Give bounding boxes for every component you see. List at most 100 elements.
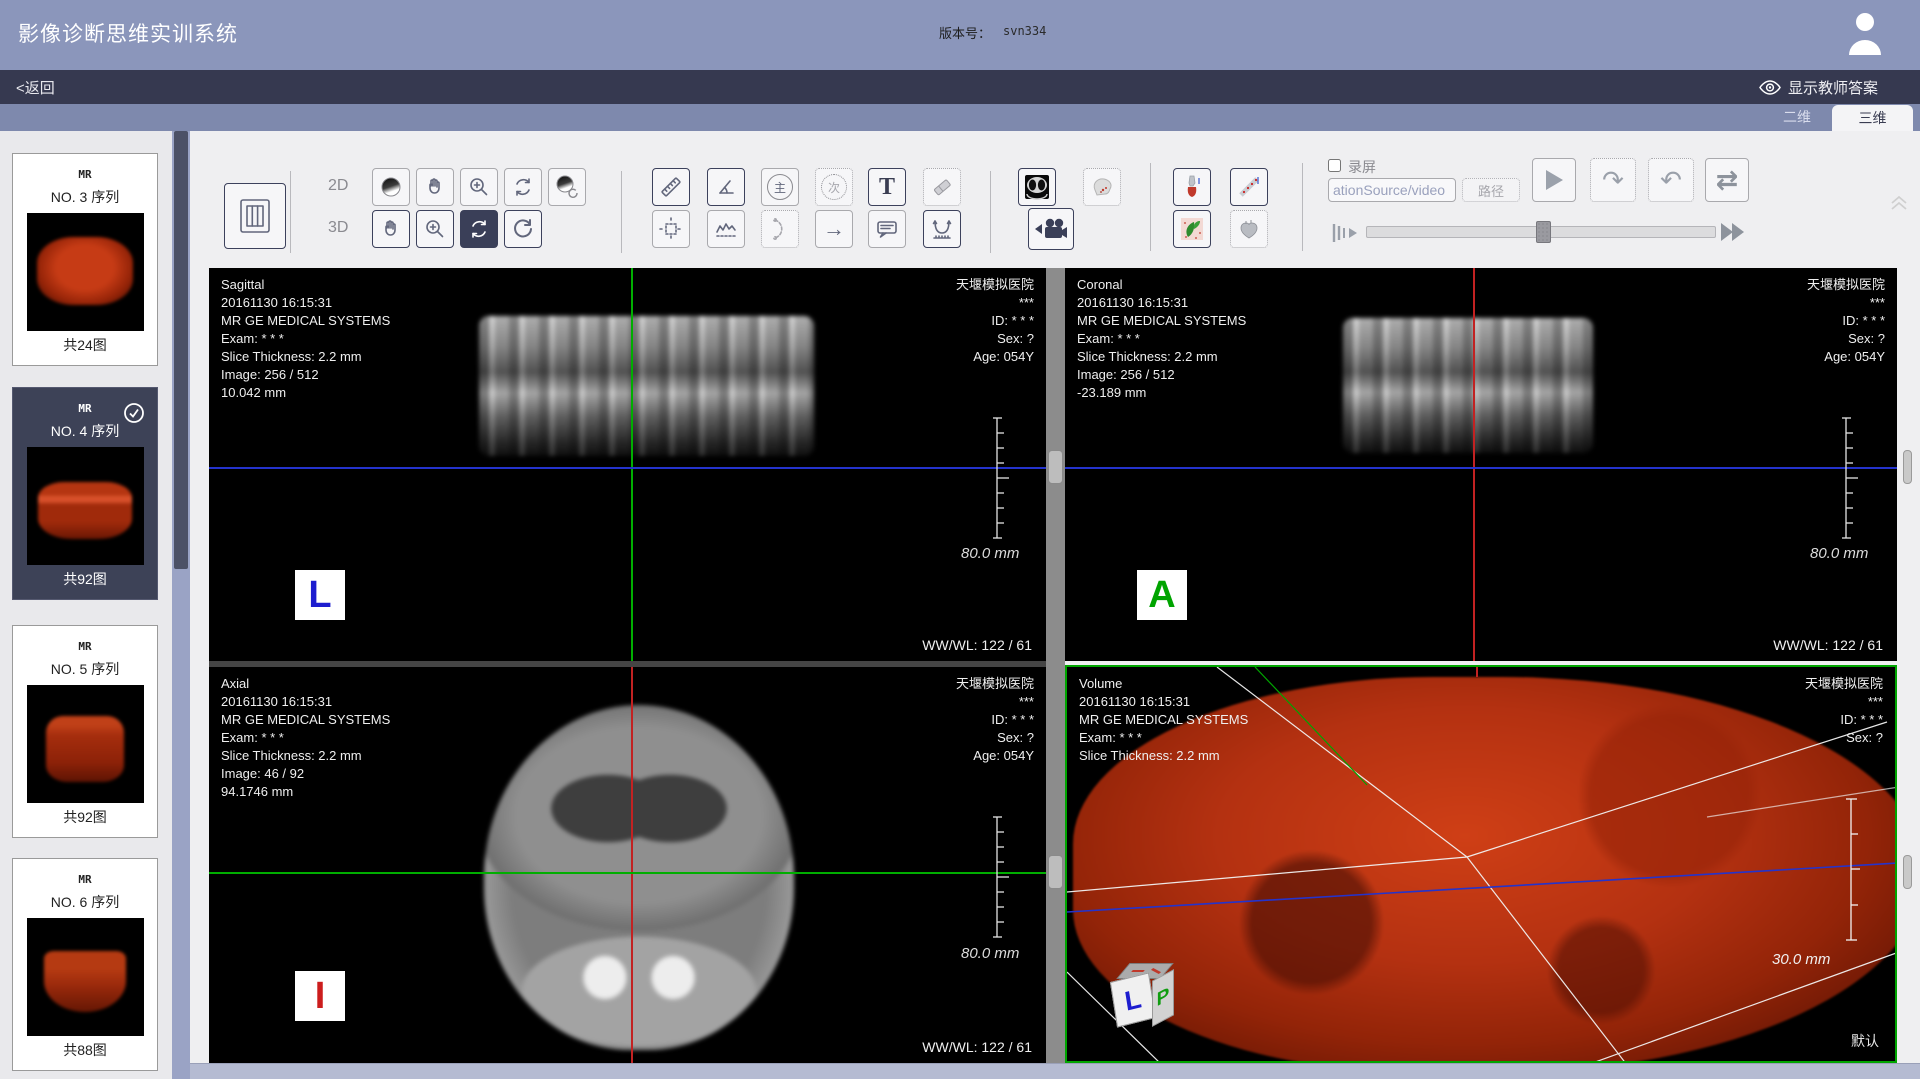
text-tool-icon: T xyxy=(879,174,895,201)
heart-preset-button[interactable] xyxy=(1230,210,1268,248)
scale-ruler xyxy=(1841,416,1865,540)
viewport-coronal[interactable]: Coronal20161130 16:15:31 MR GE MEDICAL S… xyxy=(1065,268,1897,661)
layout-button[interactable] xyxy=(224,183,286,249)
video-export-button[interactable] xyxy=(1028,208,1074,250)
edge-splitter-handle[interactable] xyxy=(1903,450,1912,484)
secondary-mark-icon: 次 xyxy=(821,174,847,200)
spline-arc-icon xyxy=(768,217,792,241)
crosshair-horizontal-green[interactable] xyxy=(209,872,1046,874)
version-value: svn334 xyxy=(1003,24,1046,38)
series-card-5[interactable]: MR NO. 5 序列 共92图 xyxy=(12,625,158,838)
window-level-label: WW/WL: 122 / 61 xyxy=(1773,637,1883,653)
viewport-row-divider[interactable] xyxy=(209,661,1046,667)
series-modality: MR xyxy=(13,640,157,653)
eraser-icon xyxy=(930,175,954,199)
timeline-slider-handle[interactable] xyxy=(1536,221,1551,243)
text-tool-button[interactable]: T xyxy=(868,168,906,206)
lung-ct-preset-button[interactable] xyxy=(1018,168,1056,206)
overlay-top-left: Axial20161130 16:15:31 MR GE MEDICAL SYS… xyxy=(221,675,390,801)
window-level-2d-button[interactable] xyxy=(372,168,410,206)
hand-icon xyxy=(423,175,447,199)
user-icon[interactable] xyxy=(1846,9,1884,57)
series-card-3[interactable]: MR NO. 3 序列 共24图 xyxy=(12,153,158,366)
tab-3d[interactable]: 三维 xyxy=(1832,105,1913,131)
comment-icon xyxy=(875,217,899,241)
crosshair-vertical-green[interactable] xyxy=(631,268,633,661)
app-title: 影像诊断思维实训系统 xyxy=(18,18,238,48)
ruler-tool-button[interactable] xyxy=(652,168,690,206)
crosshair-vertical-red[interactable] xyxy=(1473,268,1475,661)
viewport-volume[interactable]: Volume20161130 16:15:31 MR GE MEDICAL SY… xyxy=(1065,665,1897,1063)
sidebar-scrollbar-thumb[interactable] xyxy=(174,131,188,569)
swap-arrows-icon: ⇄ xyxy=(1716,167,1739,194)
knee-preset-button[interactable] xyxy=(1173,168,1211,206)
annotation-tool-button[interactable] xyxy=(868,210,906,248)
scale-label: 30.0 mm xyxy=(1772,951,1830,968)
loop-back-button[interactable]: ↶ xyxy=(1648,158,1694,202)
zoom-2d-button[interactable] xyxy=(460,168,498,206)
orientation-cube[interactable]: L P xyxy=(1111,959,1195,1043)
tab-2d[interactable]: 二维 xyxy=(1766,104,1828,131)
hand-icon xyxy=(379,217,403,241)
magnifier-icon xyxy=(423,217,447,241)
crosshair-horizontal-blue[interactable] xyxy=(1065,467,1897,469)
mode-3d-label: 3D xyxy=(328,219,348,237)
video-path-input[interactable] xyxy=(1328,178,1456,202)
preset-label[interactable]: 默认 xyxy=(1851,1031,1879,1051)
eraser-tool-button[interactable] xyxy=(923,168,961,206)
angle-icon xyxy=(714,175,738,199)
pan-3d-button[interactable] xyxy=(372,210,410,248)
sagittal-image xyxy=(479,316,814,456)
viewport-sagittal[interactable]: Sagittal20161130 16:15:31 MR GE MEDICAL … xyxy=(209,268,1046,661)
segmentation-preset-button[interactable] xyxy=(1173,210,1211,248)
reset-view-button[interactable] xyxy=(504,210,542,248)
angle-tool-button[interactable] xyxy=(707,168,745,206)
refresh-icon xyxy=(510,216,536,242)
lung-ct-icon xyxy=(1024,174,1050,200)
spline-tool-button[interactable] xyxy=(761,210,799,248)
viewport-axial[interactable]: Axial20161130 16:15:31 MR GE MEDICAL SYS… xyxy=(209,667,1046,1063)
rotate-3d-button[interactable] xyxy=(460,210,498,248)
series-count: 共92图 xyxy=(13,807,157,827)
crosshair-horizontal-blue[interactable] xyxy=(209,467,1046,469)
show-teacher-answer-button[interactable]: 显示教师答案 xyxy=(1788,77,1878,98)
series-card-4-selected[interactable]: MR NO. 4 序列 共92图 xyxy=(12,387,158,600)
loop-forward-icon: ↷ xyxy=(1602,167,1624,193)
knee-joint-icon xyxy=(1180,175,1204,199)
viewport-column-divider[interactable] xyxy=(1046,268,1065,1063)
edge-splitter-handle[interactable] xyxy=(1903,855,1912,889)
swap-direction-button[interactable]: ⇄ xyxy=(1705,158,1749,202)
splitter-handle[interactable] xyxy=(1048,855,1063,889)
series-card-6[interactable]: MR NO. 6 序列 共88图 xyxy=(12,858,158,1071)
record-label: 录屏 xyxy=(1348,157,1376,177)
window-level-reset-button[interactable] xyxy=(548,168,586,206)
record-checkbox[interactable] xyxy=(1328,159,1341,172)
fast-forward-icon[interactable] xyxy=(1720,222,1746,242)
cube-front-face: L xyxy=(1110,972,1156,1027)
primary-mark-tool-button[interactable]: 主 xyxy=(761,168,799,206)
window-level-label: WW/WL: 122 / 61 xyxy=(922,637,1032,653)
pan-2d-button[interactable] xyxy=(416,168,454,206)
zoom-3d-button[interactable] xyxy=(416,210,454,248)
secondary-mark-tool-button[interactable]: 次 xyxy=(815,168,853,206)
series-name: NO. 5 序列 xyxy=(13,659,157,679)
splitter-handle[interactable] xyxy=(1048,450,1063,484)
curve-chart-tool-button[interactable] xyxy=(707,210,745,248)
overlay-top-right: 天堰模拟医院*** ID: * * *Sex: ? xyxy=(1805,675,1883,747)
spine-preset-button[interactable] xyxy=(1230,168,1268,206)
bottom-scroll-strip[interactable] xyxy=(190,1063,1920,1079)
loop-back-icon: ↶ xyxy=(1660,167,1682,193)
rotate-2d-button[interactable] xyxy=(504,168,542,206)
play-button[interactable] xyxy=(1532,158,1576,202)
roi-tool-button[interactable] xyxy=(652,210,690,248)
play-icon xyxy=(1543,168,1565,192)
arrow-tool-button[interactable]: → xyxy=(815,210,853,248)
crosshair-vertical-red[interactable] xyxy=(631,667,633,1063)
collapse-toolbar-icon[interactable] xyxy=(1888,191,1910,213)
path-button[interactable]: 路径 xyxy=(1462,178,1520,202)
loop-forward-button[interactable]: ↷ xyxy=(1590,158,1636,202)
skull-3d-preset-button[interactable] xyxy=(1083,168,1121,206)
back-button[interactable]: <返回 xyxy=(16,77,55,98)
series-thumbnail xyxy=(27,213,144,331)
curve-probe-tool-button[interactable] xyxy=(923,210,961,248)
